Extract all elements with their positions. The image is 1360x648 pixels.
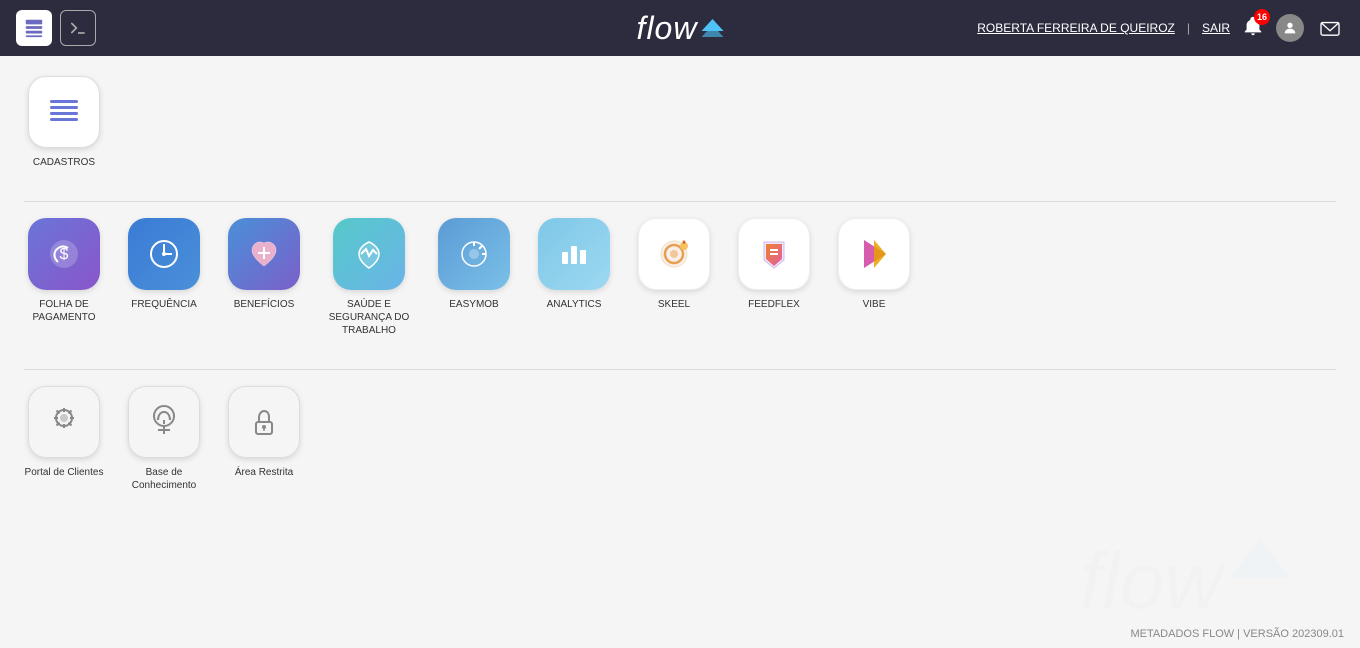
app-base[interactable]: Base de Conhecimento: [124, 386, 204, 492]
bell-badge: 16: [1254, 9, 1270, 25]
envelope-button[interactable]: [1316, 14, 1344, 42]
divider-1: [24, 201, 1336, 202]
app-beneficios[interactable]: BENEFÍCIOS: [224, 218, 304, 311]
easymob-icon: [438, 218, 510, 290]
app-folha[interactable]: $ FOLHA DE PAGAMENTO: [24, 218, 104, 324]
main-content: CADASTROS $ FOLHA DE PAGAMENTO: [0, 56, 1360, 528]
app-saude[interactable]: SAÚDE E SEGURANÇA DO TRABALHO: [324, 218, 414, 337]
restrita-icon: [228, 386, 300, 458]
sair-link[interactable]: SAIR: [1202, 21, 1230, 35]
app-frequencia[interactable]: FREQUÊNCIA: [124, 218, 204, 311]
portal-icon: [28, 386, 100, 458]
saude-icon: [333, 218, 405, 290]
portal-label: Portal de Clientes: [25, 466, 104, 479]
header-logo: flow: [637, 10, 724, 47]
section-cadastros: CADASTROS: [24, 76, 1336, 185]
header: flow ROBERTA FERREIRA DE QUEIROZ | SAIR …: [0, 0, 1360, 56]
analytics-label: ANALYTICS: [547, 298, 602, 311]
feedflex-icon: [738, 218, 810, 290]
restrita-label: Área Restrita: [235, 466, 293, 479]
home-button[interactable]: [16, 10, 52, 46]
notifications-bell[interactable]: 16: [1242, 15, 1264, 42]
frequencia-label: FREQUÊNCIA: [131, 298, 197, 311]
other-apps-row: Portal de Clientes Base de Conhecimento: [24, 386, 1336, 508]
main-apps-row: $ FOLHA DE PAGAMENTO FREQUÊNCIA: [24, 218, 1336, 353]
terminal-button[interactable]: [60, 10, 96, 46]
beneficios-label: BENEFÍCIOS: [234, 298, 295, 311]
vibe-label: VIBE: [863, 298, 886, 311]
svg-text:flow: flow: [1080, 536, 1227, 625]
cadastros-row: CADASTROS: [24, 76, 1336, 185]
divider-2: [24, 369, 1336, 370]
cadastros-label: CADASTROS: [33, 156, 95, 169]
header-right: ROBERTA FERREIRA DE QUEIROZ | SAIR 16: [977, 14, 1344, 42]
app-feedflex[interactable]: FEEDFLEX: [734, 218, 814, 311]
feedflex-label: FEEDFLEX: [748, 298, 800, 311]
app-cadastros[interactable]: CADASTROS: [24, 76, 104, 169]
app-restrita[interactable]: Área Restrita: [224, 386, 304, 479]
vibe-icon: [838, 218, 910, 290]
folha-icon: $: [28, 218, 100, 290]
app-easymob[interactable]: EASYMOB: [434, 218, 514, 311]
easymob-label: EASYMOB: [449, 298, 498, 311]
skeel-icon: [638, 218, 710, 290]
base-icon: [128, 386, 200, 458]
logo-text: flow: [637, 10, 698, 47]
user-avatar-button[interactable]: [1276, 14, 1304, 42]
user-name-link[interactable]: ROBERTA FERREIRA DE QUEIROZ: [977, 21, 1175, 35]
skeel-label: SKEEL: [658, 298, 690, 311]
folha-label: FOLHA DE PAGAMENTO: [24, 298, 104, 324]
app-portal[interactable]: Portal de Clientes: [24, 386, 104, 479]
app-analytics[interactable]: ANALYTICS: [534, 218, 614, 311]
header-left: [16, 10, 96, 46]
section-main-apps: $ FOLHA DE PAGAMENTO FREQUÊNCIA: [24, 218, 1336, 353]
saude-label: SAÚDE E SEGURANÇA DO TRABALHO: [324, 298, 414, 337]
cadastros-icon: [28, 76, 100, 148]
analytics-icon: [538, 218, 610, 290]
app-vibe[interactable]: VIBE: [834, 218, 914, 311]
frequencia-icon: [128, 218, 200, 290]
app-skeel[interactable]: SKEEL: [634, 218, 714, 311]
section-other-apps: Portal de Clientes Base de Conhecimento: [24, 386, 1336, 508]
base-label: Base de Conhecimento: [124, 466, 204, 492]
footer-text: METADADOS FLOW | VERSÃO 202309.01: [1130, 628, 1344, 640]
logo-icon: [701, 19, 723, 37]
beneficios-icon: [228, 218, 300, 290]
